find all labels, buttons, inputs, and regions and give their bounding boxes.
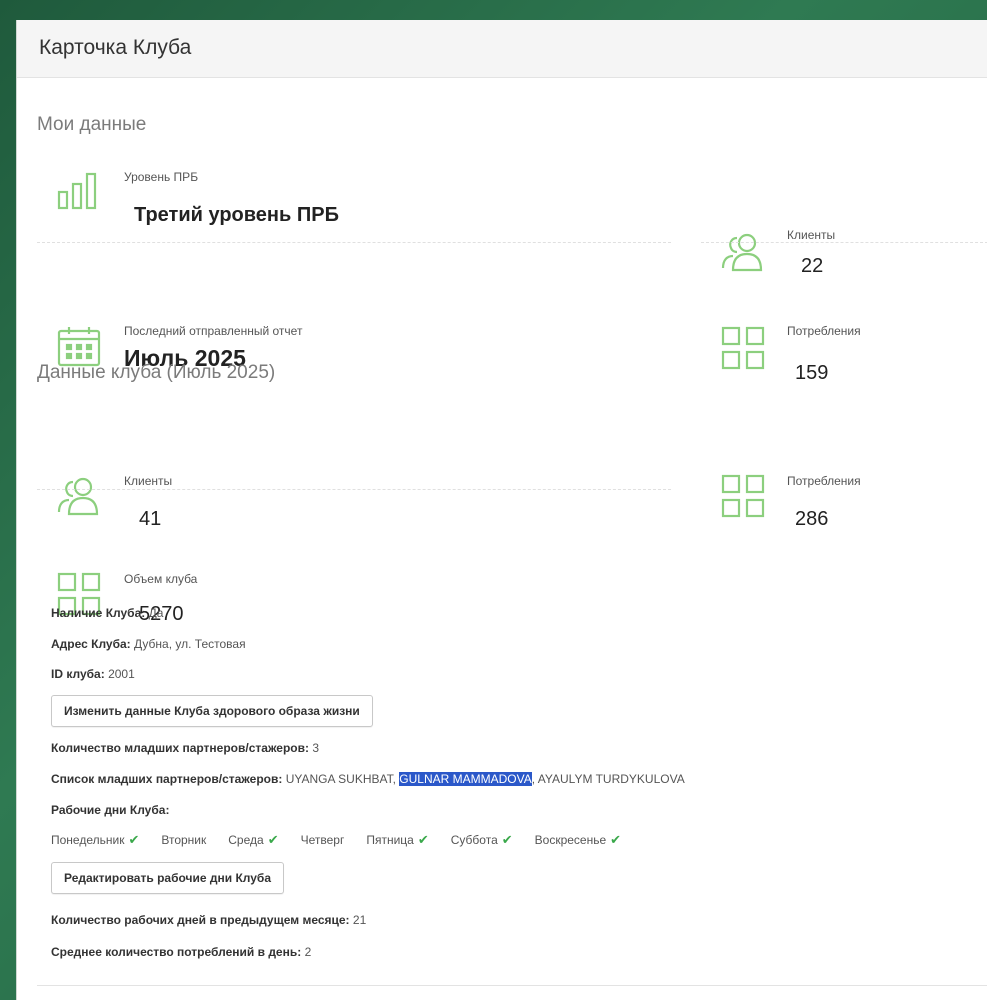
prev-month-days-value: 21: [352, 913, 367, 927]
day-label: Понедельник: [51, 833, 125, 847]
day-label: Четверг: [300, 833, 345, 847]
edit-club-button[interactable]: Изменить данные Клуба здорового образа ж…: [51, 695, 373, 727]
club-id-label: ID клуба:: [51, 667, 105, 681]
edit-work-days-button[interactable]: Редактировать рабочие дни Клуба: [51, 862, 284, 894]
stat-level-label: Уровень ПРБ: [124, 170, 199, 184]
section-title-my-data: Мои данные: [37, 114, 147, 135]
users-icon: [719, 228, 767, 276]
club-presence: Наличие Клуба: Да: [51, 606, 163, 620]
avg-consumptions-label: Среднее количество потреблений в день:: [51, 945, 302, 959]
club-address: Адрес Клуба: Дубна, ул. Тестовая: [51, 637, 246, 651]
check-icon: ✔: [267, 832, 279, 847]
day-label: Воскресенье: [534, 833, 607, 847]
stat-level-value: Третий уровень ПРБ: [134, 204, 339, 226]
avg-consumptions-value: 2: [304, 945, 312, 959]
day-tuesday: Вторник: [161, 832, 206, 848]
club-id: ID клуба: 2001: [51, 667, 135, 681]
stat-my-clients-label: Клиенты: [787, 228, 836, 242]
page-title: Карточка Клуба: [39, 36, 192, 59]
card-header: Карточка Клуба: [17, 20, 987, 78]
club-id-value: 2001: [108, 667, 135, 681]
junior-name-selected: GULNAR MAMMADOVA: [399, 772, 532, 786]
divider: [701, 242, 987, 243]
divider: [37, 242, 671, 243]
day-thursday: Четверг: [301, 832, 345, 848]
prev-month-days: Количество рабочих дней в предыдущем мес…: [51, 913, 366, 927]
section-title-club-data: Данные клуба (Июль 2025): [37, 362, 276, 383]
day-monday: Понедельник ✔: [51, 832, 139, 848]
stat-last-report-label: Последний отправленный отчет: [124, 324, 303, 338]
bar-chart-icon: [55, 168, 103, 216]
day-label: Пятница: [366, 833, 414, 847]
club-address-label: Адрес Клуба:: [51, 637, 131, 651]
club-presence-value: Да: [148, 606, 164, 620]
stat-my-clients-value: 22: [801, 255, 824, 277]
stat-my-consumptions-value: 159: [795, 362, 829, 384]
stat-my-consumptions-label: Потребления: [787, 324, 861, 338]
day-label: Вторник: [161, 833, 207, 847]
junior-count: Количество младших партнеров/стажеров: 3: [51, 741, 319, 755]
day-label: Суббота: [450, 833, 498, 847]
stat-club-volume-label: Объем клуба: [124, 572, 198, 586]
check-icon: ✔: [128, 832, 140, 847]
stat-club-clients-label: Клиенты: [124, 474, 173, 488]
work-days-list: Понедельник ✔ Вторник Среда ✔ Четверг Пятн…: [51, 832, 643, 848]
stat-club-consumptions-value: 286: [795, 508, 829, 530]
club-address-value: Дубна, ул. Тестовая: [134, 637, 246, 651]
day-saturday: Суббота ✔: [451, 832, 513, 848]
check-icon: ✔: [417, 832, 429, 847]
junior-name: UYANGA SUKHBAT,: [285, 772, 396, 786]
junior-list: Список младших партнеров/стажеров: UYANG…: [51, 772, 685, 786]
day-label: Среда: [228, 833, 264, 847]
grid-icon: [719, 324, 767, 372]
divider: [37, 489, 671, 490]
check-icon: ✔: [501, 832, 513, 847]
day-sunday: Воскресенье ✔: [535, 832, 621, 848]
work-days-label: Рабочие дни Клуба:: [51, 803, 169, 817]
junior-list-label: Список младших партнеров/стажеров:: [51, 772, 283, 786]
users-icon: [55, 472, 103, 520]
stat-club-clients-value: 41: [139, 508, 162, 530]
prev-month-days-label: Количество рабочих дней в предыдущем мес…: [51, 913, 350, 927]
divider: [37, 985, 987, 986]
check-icon: ✔: [610, 832, 622, 847]
junior-count-label: Количество младших партнеров/стажеров:: [51, 741, 309, 755]
club-presence-label: Наличие Клуба:: [51, 606, 146, 620]
day-wednesday: Среда ✔: [228, 832, 278, 848]
junior-count-value: 3: [312, 741, 320, 755]
stat-club-consumptions-label: Потребления: [787, 474, 861, 488]
junior-name: , AYAULYM TURDYKULOVA: [531, 772, 685, 786]
avg-consumptions: Среднее количество потреблений в день: 2: [51, 945, 311, 959]
work-days-label-text: Рабочие дни Клуба:: [51, 803, 170, 817]
day-friday: Пятница ✔: [366, 832, 428, 848]
club-card: Карточка Клуба Мои данные Уровень ПРБ Тр…: [16, 20, 987, 1000]
grid-icon: [719, 472, 767, 520]
